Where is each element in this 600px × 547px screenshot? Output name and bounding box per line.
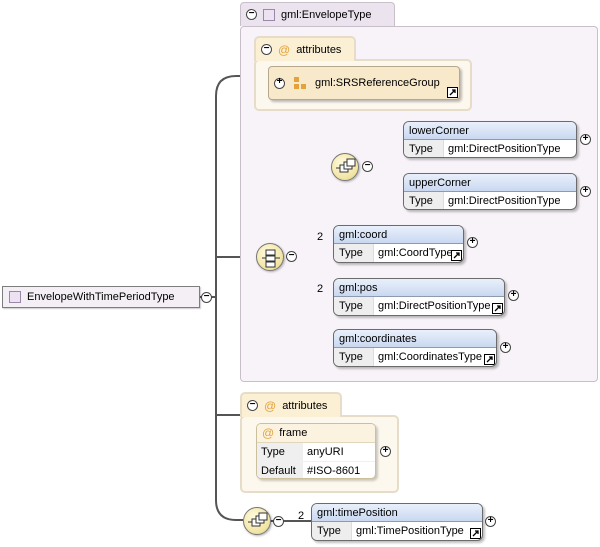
- type-key: Type: [257, 443, 303, 461]
- upper-corner-element[interactable]: upperCorner Type gml:DirectPositionType: [403, 173, 577, 210]
- root-collapse-toggle[interactable]: [201, 292, 212, 303]
- type-value: gml:DirectPositionType: [378, 300, 491, 312]
- base-attributes-tab[interactable]: @ attributes: [254, 36, 356, 61]
- element-name: gml:pos: [334, 279, 504, 297]
- choice-collapse-toggle[interactable]: [362, 161, 373, 172]
- occurrence-label: 2: [317, 283, 324, 295]
- coord-element[interactable]: gml:coord Type gml:CoordType: [333, 225, 464, 263]
- reference-arrow-icon: [451, 250, 462, 261]
- root-type-box[interactable]: EnvelopeWithTimePeriodType: [2, 286, 200, 308]
- upper-corner-expand-toggle[interactable]: [580, 186, 591, 197]
- reference-arrow-icon: [484, 354, 495, 365]
- complex-type-icon: [9, 291, 21, 303]
- attribute-name: frame: [279, 427, 308, 439]
- element-name: gml:coordinates: [334, 330, 496, 348]
- attributes-collapse-toggle[interactable]: [247, 400, 258, 411]
- choice-collapse-toggle[interactable]: [273, 516, 284, 527]
- type-key: Type: [404, 140, 444, 157]
- base-type-label: gml:EnvelopeType: [281, 8, 372, 21]
- type-value: gml:DirectPositionType: [448, 143, 561, 155]
- type-key: Type: [404, 192, 444, 209]
- pos-element[interactable]: gml:pos Type gml:DirectPositionType: [333, 278, 505, 316]
- type-value: gml:TimePositionType: [356, 525, 464, 537]
- element-name: lowerCorner: [404, 122, 576, 140]
- coord-expand-toggle[interactable]: [467, 237, 478, 248]
- coordinates-element[interactable]: gml:coordinates Type gml:CoordinatesType: [333, 329, 497, 367]
- srs-reference-group[interactable]: gml:SRSReferenceGroup: [268, 66, 460, 100]
- at-icon: @: [278, 42, 291, 57]
- default-value: #ISO-8601: [307, 465, 361, 477]
- choice-compositor-bottom[interactable]: [243, 507, 271, 535]
- default-key: Default: [257, 462, 303, 478]
- lower-corner-expand-toggle[interactable]: [580, 134, 591, 145]
- reference-arrow-icon: [470, 528, 481, 539]
- type-key: Type: [334, 297, 374, 315]
- coordinates-expand-toggle[interactable]: [500, 342, 511, 353]
- attributes-label: attributes: [296, 43, 342, 56]
- type-value: gml:CoordinatesType: [378, 351, 482, 363]
- occurrence-label: 2: [298, 510, 305, 522]
- type-key: Type: [312, 522, 352, 540]
- srs-expand-toggle[interactable]: [274, 77, 285, 89]
- reference-arrow-icon: [447, 87, 458, 98]
- element-name: upperCorner: [404, 174, 576, 192]
- pos-expand-toggle[interactable]: [508, 290, 519, 301]
- type-value: gml:CoordType: [378, 247, 453, 259]
- time-position-element[interactable]: gml:timePosition Type gml:TimePositionTyp…: [311, 503, 483, 541]
- sequence-collapse-toggle[interactable]: [286, 251, 297, 262]
- at-icon: @: [262, 426, 275, 440]
- srs-group-label: gml:SRSReferenceGroup: [315, 77, 440, 89]
- root-attributes-tab[interactable]: @ attributes: [240, 392, 342, 417]
- type-value: anyURI: [307, 446, 344, 458]
- sequence-compositor[interactable]: [256, 243, 284, 271]
- lower-corner-element[interactable]: lowerCorner Type gml:DirectPositionType: [403, 121, 577, 158]
- at-icon: @: [264, 398, 277, 413]
- attributes-label: attributes: [282, 399, 328, 412]
- root-type-label: EnvelopeWithTimePeriodType: [27, 291, 175, 303]
- element-name: gml:timePosition: [312, 504, 482, 522]
- complex-type-icon: [263, 8, 275, 21]
- occurrence-label: 2: [317, 231, 324, 243]
- attribute-group-icon: [294, 77, 306, 89]
- type-key: Type: [334, 244, 374, 262]
- choice-compositor[interactable]: [331, 153, 359, 181]
- attributes-collapse-toggle[interactable]: [261, 44, 272, 55]
- reference-arrow-icon: [492, 303, 503, 314]
- base-type-tab[interactable]: gml:EnvelopeType: [240, 2, 395, 26]
- type-value: gml:DirectPositionType: [448, 195, 561, 207]
- frame-attribute[interactable]: @ frame Type anyURI Default #ISO-8601: [256, 423, 376, 479]
- frame-expand-toggle[interactable]: [380, 446, 391, 457]
- type-key: Type: [334, 348, 374, 366]
- base-type-collapse-toggle[interactable]: [246, 9, 257, 20]
- element-name: gml:coord: [334, 226, 463, 244]
- time-position-expand-toggle[interactable]: [485, 516, 496, 527]
